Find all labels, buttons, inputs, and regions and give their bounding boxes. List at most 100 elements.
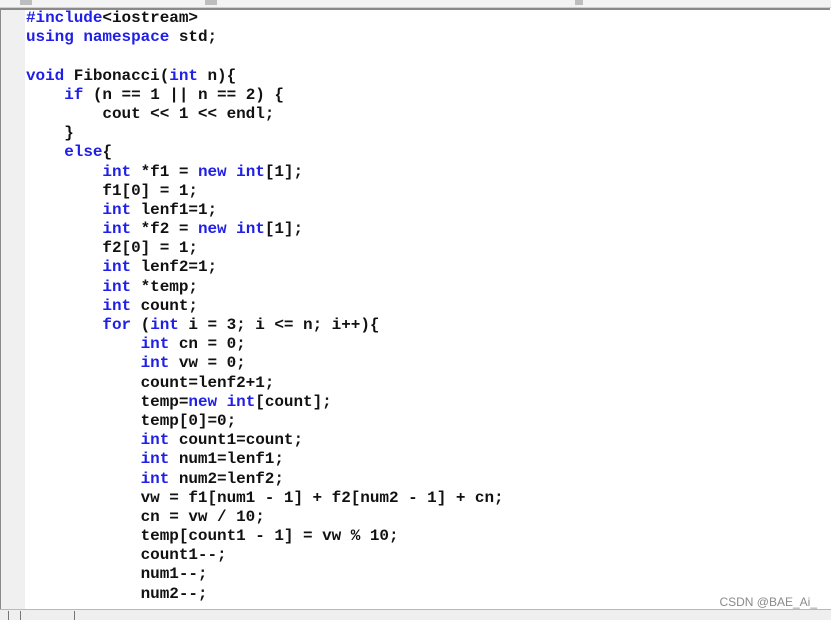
code-text: cn = vw / 10; — [26, 507, 265, 526]
code-text: *f2 = — [131, 220, 198, 239]
code-text: num2=lenf2; — [169, 469, 284, 488]
code-text: temp= — [26, 392, 189, 411]
toolbar-handle — [205, 0, 217, 5]
code-keyword: int — [140, 431, 170, 450]
code-line: count=lenf2+1; — [26, 374, 504, 393]
code-line: f2[0] = 1; — [26, 239, 504, 258]
code-line: cout << 1 << endl; — [26, 105, 504, 124]
code-line: int count1=count; — [26, 431, 504, 450]
code-keyword: int — [169, 66, 198, 85]
code-text: lenf2=1; — [131, 258, 218, 277]
code-line: count1--; — [26, 546, 504, 565]
code-line: temp[0]=0; — [26, 412, 504, 431]
code-line: int lenf2=1; — [26, 258, 504, 277]
code-editor[interactable]: #include<iostream> using namespace std; vo… — [26, 9, 504, 604]
code-keyword: namespace — [83, 28, 170, 47]
code-line: int num1=lenf1; — [26, 450, 504, 469]
code-keyword: int — [140, 335, 170, 354]
code-text: num1--; — [26, 565, 208, 584]
code-line: int *f1 = new int[1]; — [26, 163, 504, 182]
code-keyword: int — [102, 200, 132, 219]
code-text: temp[0]=0; — [26, 411, 237, 430]
code-line: cn = vw / 10; — [26, 508, 504, 527]
code-text: <iostream> — [102, 9, 198, 27]
code-line: int vw = 0; — [26, 354, 504, 373]
code-text: f2[0] = 1; — [26, 239, 198, 258]
code-line: vw = f1[num1 - 1] + f2[num2 - 1] + cn; — [26, 489, 504, 508]
code-keyword: using — [26, 28, 74, 47]
code-text: [1]; — [264, 220, 304, 239]
code-text: f1[0] = 1; — [26, 181, 198, 200]
code-keyword: int — [102, 162, 132, 181]
code-text: vw = 0; — [169, 354, 246, 373]
code-keyword: int — [102, 277, 132, 296]
code-text: n){ — [197, 66, 237, 85]
code-line: for (int i = 3; i <= n; i++){ — [26, 316, 504, 335]
code-line: using namespace std; — [26, 28, 504, 47]
code-text: [count]; — [255, 392, 332, 411]
code-keyword: int — [140, 354, 170, 373]
code-keyword: int — [140, 469, 170, 488]
code-line: temp=new int[count]; — [26, 393, 504, 412]
horizontal-scrollbar[interactable] — [0, 609, 831, 620]
code-text: Fibonacci( — [64, 66, 170, 85]
watermark: CSDN @BAE_Ai_ — [719, 595, 817, 609]
code-keyword: int — [102, 258, 132, 277]
code-text: *temp; — [131, 277, 198, 296]
code-text: cn = 0; — [169, 335, 246, 354]
code-keyword: int — [102, 296, 132, 315]
code-line: int lenf1=1; — [26, 201, 504, 220]
code-line: void Fibonacci(int n){ — [26, 67, 504, 86]
code-text: std; — [169, 28, 218, 47]
code-text: num2--; — [26, 584, 208, 603]
code-line: f1[0] = 1; — [26, 182, 504, 201]
code-keyword: int — [226, 392, 256, 411]
code-line: num2--; — [26, 585, 504, 604]
toolbar-handle — [20, 0, 32, 5]
code-text: { — [102, 143, 112, 162]
code-line: else{ — [26, 143, 504, 162]
code-text: count1=count; — [169, 431, 304, 450]
top-toolbar-strip — [0, 0, 831, 8]
code-line: int *temp; — [26, 278, 504, 297]
code-keyword: #include — [26, 9, 103, 27]
toolbar-handle — [575, 0, 583, 5]
code-text: ( — [131, 316, 151, 334]
code-text: count1--; — [26, 546, 227, 565]
code-line: if (n == 1 || n == 2) { — [26, 86, 504, 105]
code-text: } — [26, 124, 74, 143]
code-text: (n == 1 || n == 2) { — [83, 85, 284, 104]
code-keyword: new — [197, 220, 227, 239]
code-keyword: new — [188, 392, 218, 411]
code-keyword: int — [150, 316, 179, 334]
code-line: int *f2 = new int[1]; — [26, 220, 504, 239]
code-keyword: int — [140, 450, 170, 469]
code-text: i = 3; i <= n; i++){ — [178, 316, 380, 334]
code-line: int num2=lenf2; — [26, 470, 504, 489]
code-text: num1=lenf1; — [169, 450, 284, 469]
code-keyword: for — [102, 316, 132, 334]
code-text: cout << 1 << endl; — [26, 104, 275, 123]
code-keyword: int — [236, 162, 265, 181]
code-text: temp[count1 - 1] = vw % 10; — [26, 527, 399, 546]
code-line: temp[count1 - 1] = vw % 10; — [26, 527, 504, 546]
code-keyword: if — [64, 85, 84, 104]
code-line: int cn = 0; — [26, 335, 504, 354]
code-line: int count; — [26, 297, 504, 316]
code-text: [1]; — [264, 162, 304, 181]
